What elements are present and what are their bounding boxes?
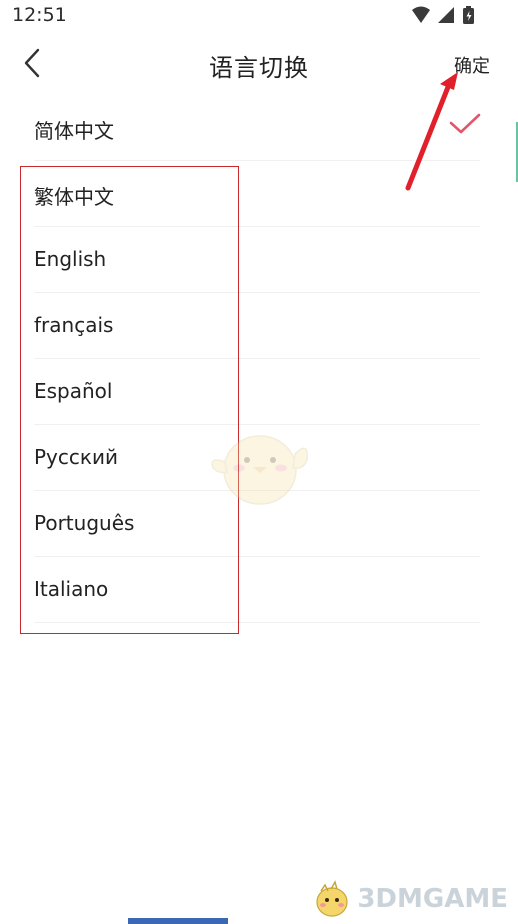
- language-item-italian[interactable]: Italiano: [0, 557, 518, 623]
- confirm-button[interactable]: 确定: [454, 52, 490, 78]
- page-title: 语言切换: [209, 54, 309, 82]
- language-item-english[interactable]: English: [0, 227, 518, 293]
- nav-bar: 语言切换 确定: [0, 30, 518, 96]
- language-item-zh-hans[interactable]: 简体中文: [0, 95, 518, 161]
- language-item-portuguese[interactable]: Português: [0, 491, 518, 557]
- wifi-icon: [412, 6, 430, 23]
- language-label: 简体中文: [34, 119, 114, 143]
- status-time: 12:51: [12, 4, 67, 26]
- language-label: Italiano: [34, 577, 109, 601]
- watermark-text: 3DMGAME: [357, 884, 508, 914]
- language-label: français: [34, 313, 114, 337]
- language-list: 简体中文 繁体中文 English français Español Русск…: [0, 95, 518, 623]
- language-item-spanish[interactable]: Español: [0, 359, 518, 425]
- language-item-zh-hant[interactable]: 繁体中文: [0, 161, 518, 227]
- language-label: Português: [34, 511, 135, 535]
- language-label: 繁体中文: [34, 185, 114, 209]
- bottom-strip: [128, 918, 228, 924]
- language-item-russian[interactable]: Русский: [0, 425, 518, 491]
- status-bar: 12:51: [0, 0, 518, 30]
- check-icon: [449, 113, 481, 134]
- language-item-french[interactable]: français: [0, 293, 518, 359]
- site-watermark: 3DMGAME: [311, 878, 508, 920]
- status-icons: [412, 6, 474, 24]
- language-label: Español: [34, 379, 113, 403]
- bird-logo-icon: [316, 880, 348, 917]
- battery-icon: [463, 6, 474, 24]
- language-label: English: [34, 247, 107, 271]
- signal-icon: [438, 7, 454, 23]
- language-label: Русский: [34, 445, 118, 469]
